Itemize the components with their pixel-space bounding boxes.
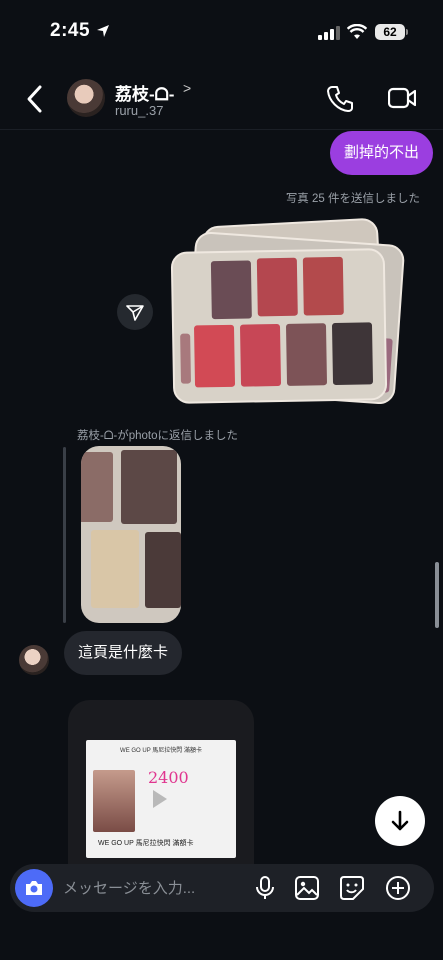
video-call-icon[interactable]	[388, 86, 416, 110]
back-chevron-icon[interactable]	[24, 84, 46, 114]
reply-notice: 荔枝-ᗝ-がphotoに返信しました	[77, 430, 238, 442]
sticker-icon[interactable]	[339, 875, 365, 901]
phone-call-icon[interactable]	[327, 84, 353, 112]
profile-chevron-icon[interactable]: >	[183, 80, 191, 96]
contact-handle: ruru_.37	[115, 103, 164, 118]
send-share-icon	[126, 305, 144, 321]
arrow-down-icon	[391, 810, 409, 831]
camera-icon	[26, 881, 42, 895]
screenshot-photocard	[93, 770, 135, 832]
camera-button[interactable]	[15, 869, 53, 907]
cellular-signal-icon	[318, 26, 340, 40]
scrollbar-thumb[interactable]	[435, 562, 439, 628]
screenshot-content: WE GO UP 馬尼拉快閃 滿額卡 2400 WE GO UP 馬尼拉快閃 滿…	[86, 740, 236, 858]
add-plus-icon[interactable]	[385, 875, 411, 901]
sent-photos-notice: 写真 25 件を送信しました	[285, 193, 420, 205]
replied-photo[interactable]	[81, 446, 181, 623]
shared-screenshot[interactable]: WE GO UP 馬尼拉快閃 滿額卡 2400 WE GO UP 馬尼拉快閃 滿…	[68, 700, 254, 870]
contact-name[interactable]: 荔枝-ᗝ-	[115, 80, 174, 105]
sender-avatar[interactable]	[19, 645, 49, 675]
wifi-icon	[347, 24, 367, 39]
share-button[interactable]	[117, 294, 153, 330]
screenshot-caption: WE GO UP 馬尼拉快閃 滿額卡	[98, 840, 194, 847]
chat-header: 荔枝-ᗝ- > ruru_.37	[0, 70, 443, 130]
gallery-icon[interactable]	[294, 875, 320, 901]
play-icon	[153, 790, 167, 808]
screenshot-title: WE GO UP 馬尼拉快閃 滿額卡	[120, 748, 202, 754]
status-bar: 2:45 62	[0, 0, 443, 64]
microphone-icon[interactable]	[252, 875, 278, 901]
message-composer	[10, 864, 434, 912]
location-arrow-icon	[97, 25, 109, 37]
message-input[interactable]	[63, 864, 243, 912]
contact-avatar[interactable]	[67, 79, 105, 117]
scroll-to-bottom-button[interactable]	[375, 796, 425, 846]
photo-card-front	[170, 248, 388, 404]
outgoing-message-bubble[interactable]: 劃掉的不出	[329, 131, 433, 175]
battery-indicator: 62	[375, 24, 408, 40]
reply-quote-line	[63, 447, 66, 623]
photo-album-stack[interactable]	[170, 217, 406, 406]
incoming-message-bubble[interactable]: 這頁是什麼卡	[64, 631, 183, 675]
screenshot-price-scribble: 2400	[148, 768, 189, 787]
status-time: 2:45	[50, 20, 91, 41]
